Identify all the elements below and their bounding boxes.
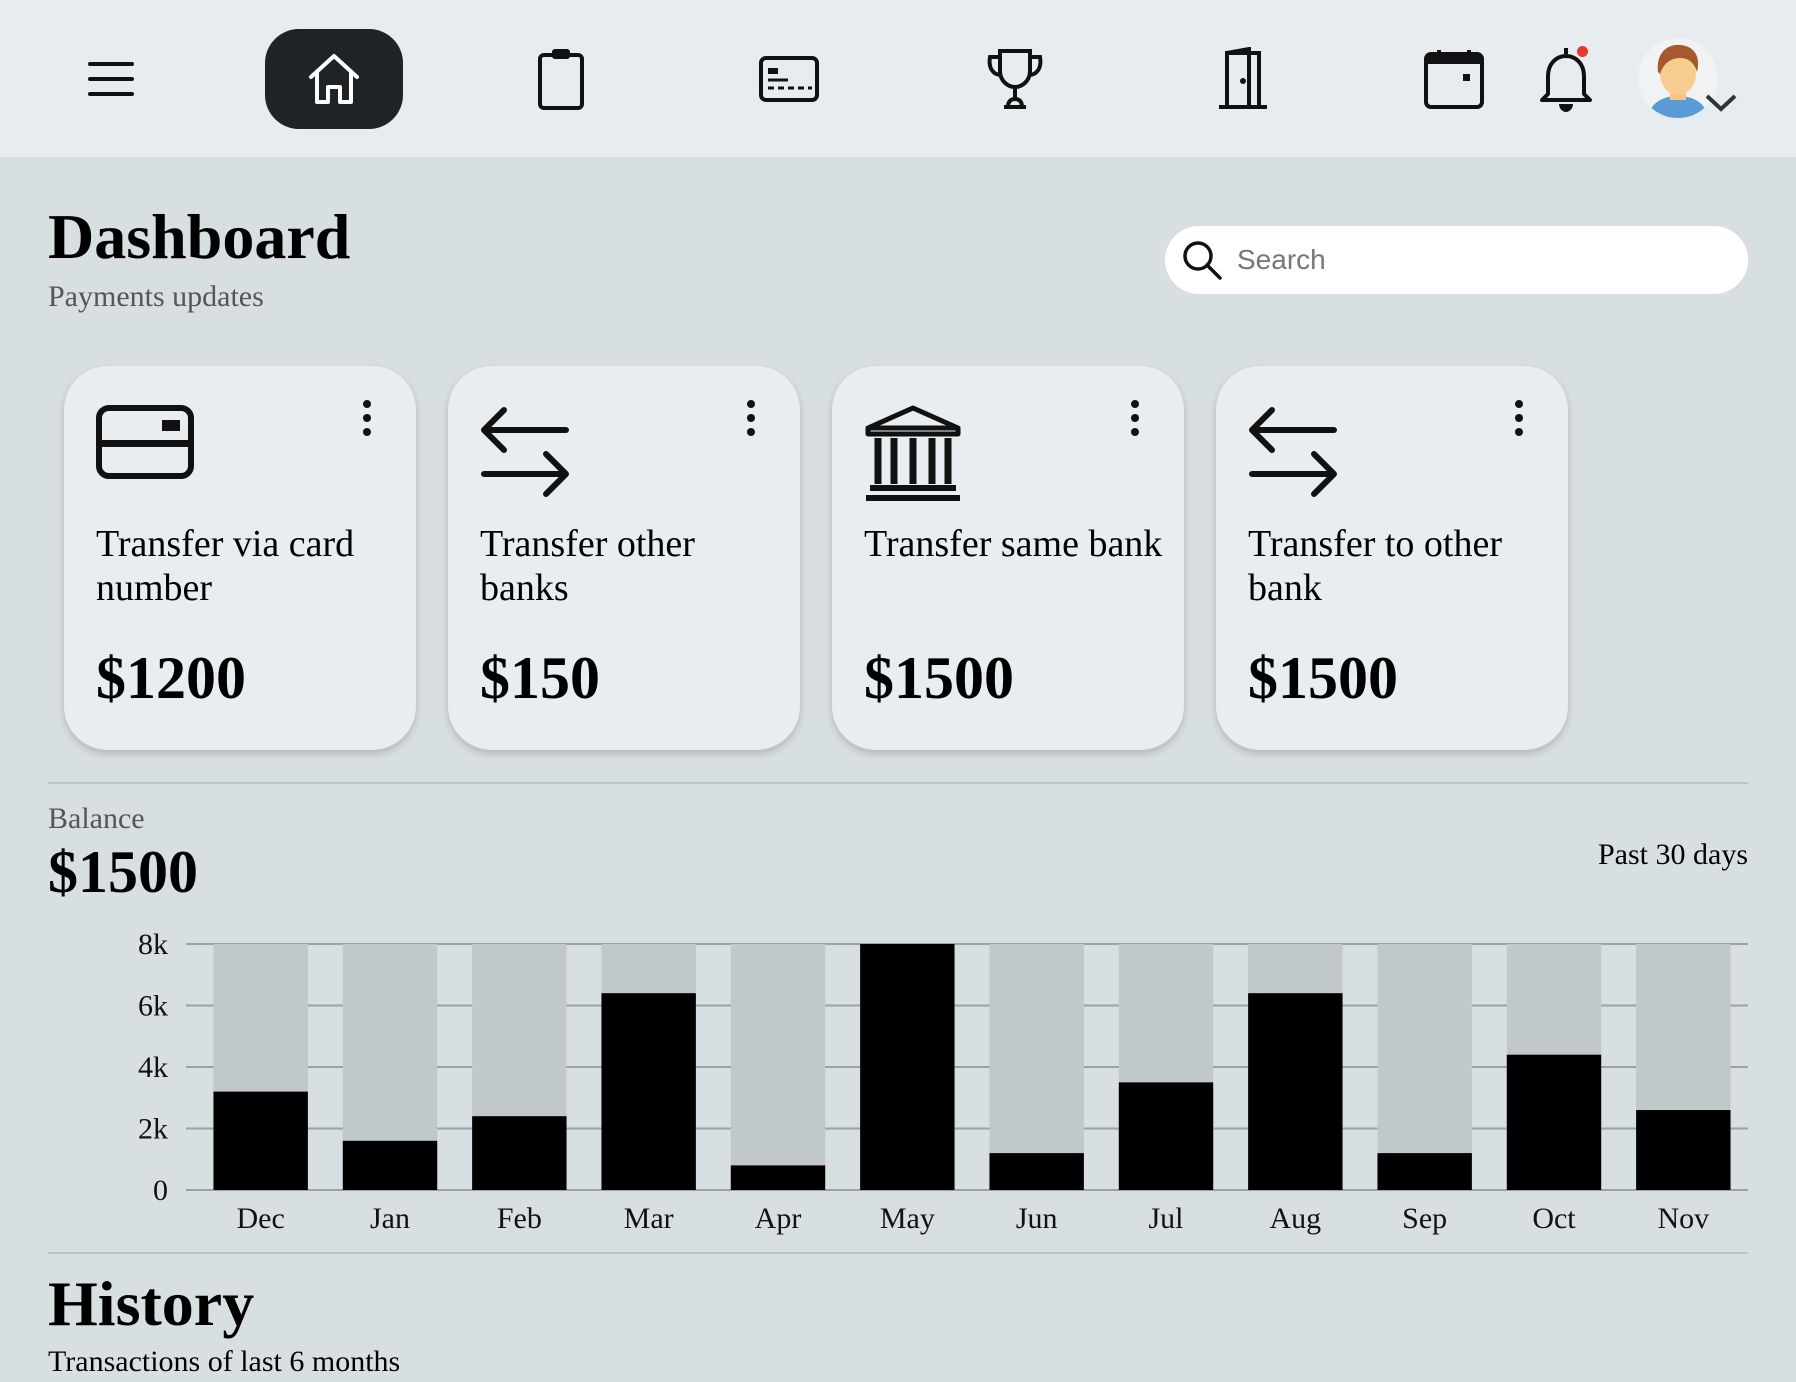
- top-navigation-bar: [0, 0, 1796, 157]
- bar-jul[interactable]: [1118, 1082, 1214, 1190]
- bar-mar[interactable]: [601, 993, 696, 1190]
- search-box[interactable]: [1165, 226, 1748, 294]
- notification-dot: [1577, 46, 1588, 57]
- card-amount: $1200: [96, 645, 246, 711]
- card-label: Transfer same bank: [864, 523, 1163, 565]
- search-icon: [1183, 241, 1222, 280]
- more-options-button[interactable]: [362, 400, 372, 442]
- door-icon: [1219, 47, 1267, 109]
- x-tick-label: Nov: [1657, 1202, 1709, 1235]
- y-tick-label: 4k: [138, 1051, 168, 1084]
- history-subtitle: Transactions of last 6 months: [48, 1345, 401, 1378]
- card-label: Transfer other banks: [480, 523, 695, 609]
- x-tick-label: May: [880, 1202, 935, 1235]
- y-tick-label: 0: [153, 1174, 168, 1207]
- credit-card-icon: [96, 405, 194, 479]
- bar-track: [1377, 944, 1472, 1190]
- bar-oct[interactable]: [1506, 1054, 1602, 1190]
- balance-label: Balance: [48, 802, 145, 835]
- bar-may[interactable]: [860, 944, 955, 1190]
- divider: [48, 1252, 1748, 1254]
- id-card-icon: [759, 56, 819, 102]
- trophy-icon: [987, 49, 1043, 109]
- x-tick-label: Dec: [237, 1202, 285, 1235]
- transfer-card[interactable]: Transfer same bank $1500: [832, 366, 1184, 750]
- history-title: History: [48, 1268, 255, 1339]
- clipboard-icon: [538, 49, 584, 110]
- more-options-button[interactable]: [1514, 400, 1524, 442]
- bar-aug[interactable]: [1248, 993, 1343, 1190]
- x-tick-label: Jan: [370, 1202, 410, 1235]
- bar-nov[interactable]: [1636, 1110, 1731, 1190]
- x-tick-label: Mar: [624, 1202, 674, 1235]
- notifications-button[interactable]: [1536, 42, 1596, 114]
- more-options-button[interactable]: [746, 400, 756, 442]
- transfer-arrows-icon: [481, 407, 569, 497]
- bar-apr[interactable]: [730, 1165, 826, 1190]
- card-amount: $1500: [864, 645, 1014, 711]
- calendar-icon: [1424, 50, 1484, 109]
- bar-track: [989, 944, 1084, 1190]
- balance-bar-chart: 0 2k 4k 6k 8k Dec Jan Feb Mar Apr May Jun Jul Aug Sep O…: [138, 928, 1748, 1235]
- nav-logout-button[interactable]: [1174, 29, 1312, 129]
- menu-button[interactable]: [42, 29, 180, 129]
- bar-dec[interactable]: [213, 1091, 308, 1190]
- chevron-down-icon[interactable]: [1704, 92, 1738, 114]
- x-tick-label: Apr: [755, 1202, 802, 1235]
- home-icon: [309, 54, 359, 104]
- balance-value: $1500: [48, 839, 198, 905]
- transfer-arrows-icon: [1249, 407, 1337, 497]
- y-tick-label: 6k: [138, 990, 168, 1023]
- calendar-button[interactable]: [1386, 29, 1522, 129]
- nav-home-button[interactable]: [265, 29, 403, 129]
- transfer-card[interactable]: Transfer via card number $1200: [64, 366, 416, 750]
- card-label: Transfer via card number: [96, 523, 355, 609]
- search-input[interactable]: [1235, 243, 1719, 277]
- x-tick-label: Jun: [1016, 1202, 1058, 1235]
- y-tick-label: 8k: [138, 928, 168, 961]
- x-tick-label: Feb: [497, 1202, 542, 1235]
- more-options-button[interactable]: [1130, 400, 1140, 442]
- card-label: Transfer to other bank: [1248, 523, 1502, 609]
- nav-cards-button[interactable]: [720, 29, 858, 129]
- bar-jun[interactable]: [989, 1153, 1084, 1190]
- bar-sep[interactable]: [1377, 1153, 1472, 1190]
- transfer-card[interactable]: Transfer to other bank $1500: [1216, 366, 1568, 750]
- card-amount: $150: [480, 645, 600, 711]
- x-tick-label: Oct: [1532, 1202, 1576, 1235]
- y-tick-label: 2k: [138, 1113, 168, 1146]
- nav-awards-button[interactable]: [946, 29, 1084, 129]
- nav-clipboard-button[interactable]: [492, 29, 630, 129]
- card-amount: $1500: [1248, 645, 1398, 711]
- x-tick-label: Sep: [1402, 1202, 1447, 1235]
- hamburger-icon: [88, 62, 134, 96]
- transfer-card[interactable]: Transfer other banks $150: [448, 366, 800, 750]
- bar-jan[interactable]: [342, 1140, 438, 1190]
- bank-icon: [865, 405, 961, 501]
- period-selector[interactable]: Past 30 days: [1598, 840, 1748, 870]
- bar-track: [730, 944, 826, 1190]
- page-subtitle: Payments updates: [48, 280, 264, 313]
- x-tick-label: Aug: [1269, 1202, 1321, 1235]
- divider: [48, 782, 1748, 784]
- x-tick-label: Jul: [1148, 1202, 1183, 1235]
- bar-feb[interactable]: [472, 1116, 567, 1190]
- page-title: Dashboard: [48, 201, 351, 272]
